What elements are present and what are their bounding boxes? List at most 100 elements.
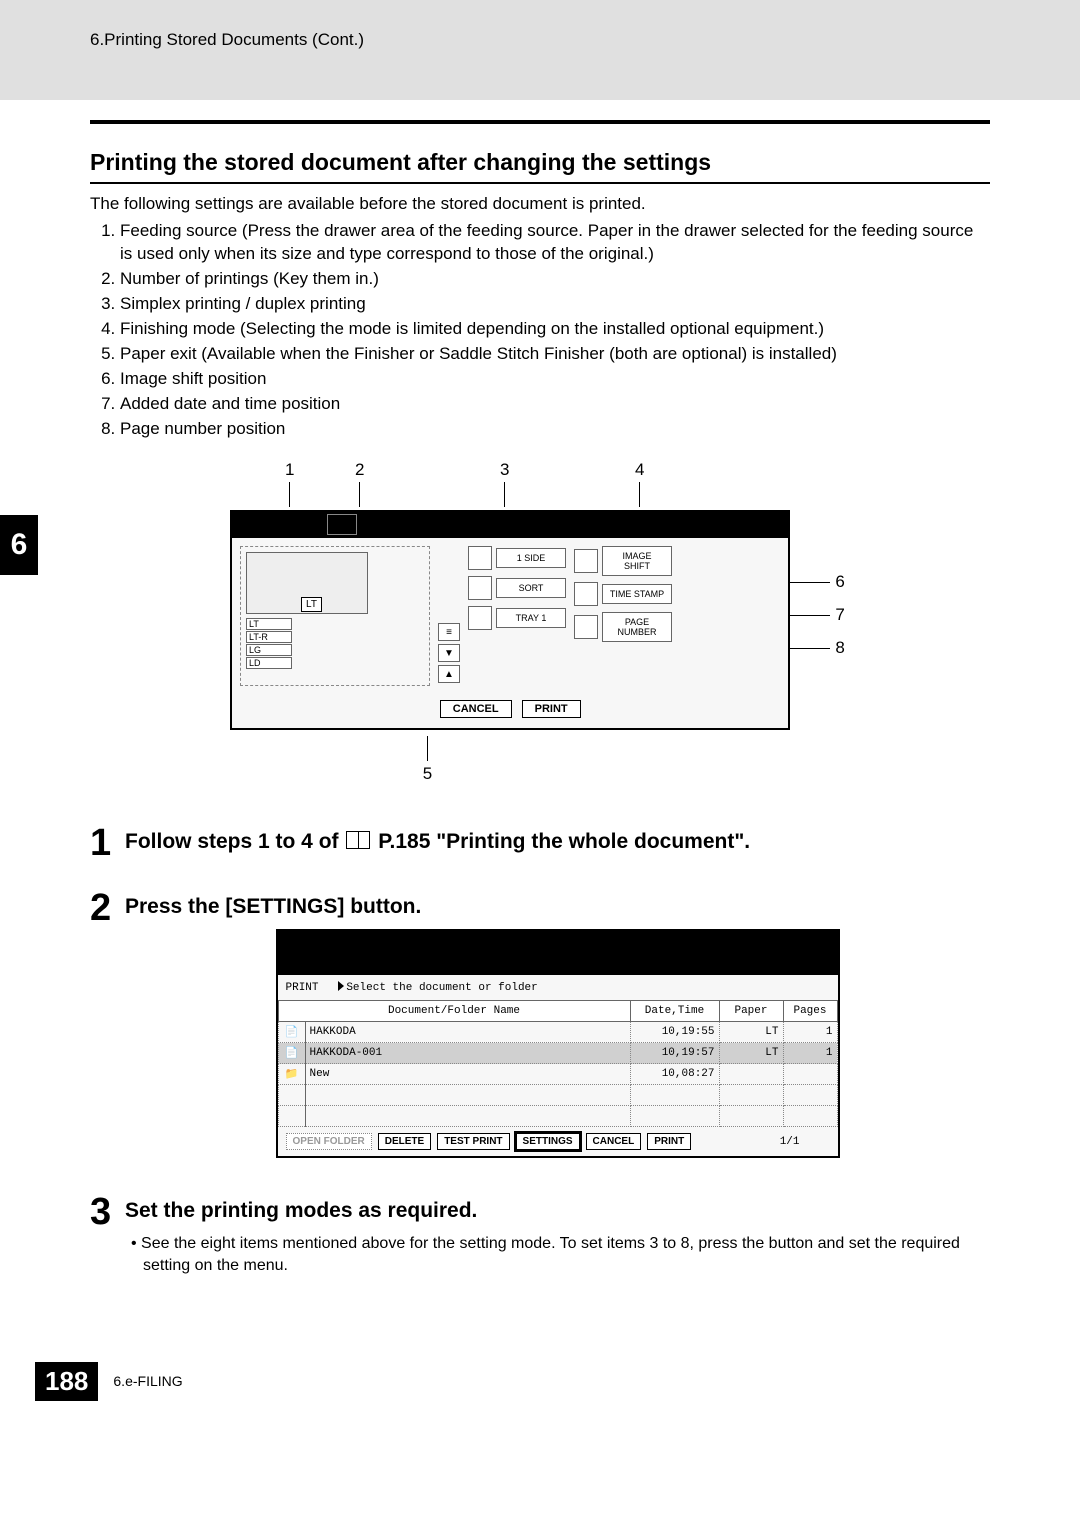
step-number: 2 (90, 889, 125, 1168)
callout-number: 7 (835, 605, 844, 625)
paper-size: LD (246, 657, 292, 669)
callouts-top: 1 2 3 4 (230, 460, 850, 510)
page-indicator: 1/1 (780, 1136, 830, 1148)
arrow-controls: ≡ ▼ ▲ (438, 546, 460, 686)
rule (90, 120, 990, 124)
paper-size: LG (246, 644, 292, 656)
up-arrow-icon[interactable]: ▲ (438, 665, 460, 683)
down-arrow-icon[interactable]: ▼ (438, 644, 460, 662)
triangle-right-icon (338, 981, 344, 991)
cell-paper (719, 1064, 783, 1085)
table-row-empty (278, 1106, 837, 1127)
document-list-panel: PRINT Select the document or folder Docu… (276, 929, 840, 1158)
finishing-icon (468, 576, 492, 600)
page-number-button[interactable]: PAGE NUMBER (602, 612, 672, 642)
step-title: Press the [SETTINGS] button. (125, 895, 990, 919)
breadcrumb: 6.Printing Stored Documents (Cont.) (90, 30, 364, 49)
print-button[interactable]: PRINT (522, 700, 581, 718)
callout-number: 4 (635, 460, 644, 479)
mode-buttons-col-b: IMAGE SHIFT TIME STAMP PAGE NUMBER (574, 546, 672, 686)
cell-name: New (305, 1064, 630, 1085)
step-title: Follow steps 1 to 4 of P.185 "Printing t… (125, 830, 990, 854)
column-header: Date,Time (630, 1001, 719, 1022)
footer-text: 6.e-FILING (113, 1373, 182, 1389)
mode-label: PRINT (286, 982, 319, 994)
callout-number: 1 (285, 460, 294, 479)
table-row[interactable]: 📄 HAKKODA 10,19:55 LT 1 (278, 1022, 837, 1043)
list-icon[interactable]: ≡ (438, 623, 460, 641)
document-icon: 📄 (278, 1022, 305, 1043)
finishing-button[interactable]: SORT (496, 578, 566, 598)
step-title-text: P.185 "Printing the whole document". (378, 830, 750, 853)
cell-pages: 1 (783, 1043, 837, 1064)
list-item: Image shift position (120, 368, 990, 391)
cancel-button[interactable]: CANCEL (440, 700, 512, 718)
step-2: 2 Press the [SETTINGS] button. PRINT Sel… (90, 889, 990, 1168)
callout-number: 6 (835, 572, 844, 592)
section-title: Printing the stored document after chang… (90, 149, 990, 184)
time-stamp-button[interactable]: TIME STAMP (602, 584, 672, 604)
cell-pages: 1 (783, 1022, 837, 1043)
image-shift-icon (574, 549, 598, 573)
list-item: Added date and time position (120, 393, 990, 416)
drawer-area[interactable]: LT LT-R LG LD LT (240, 546, 430, 686)
settings-button[interactable]: SETTINGS (516, 1133, 580, 1150)
panel-titlebar (232, 512, 788, 538)
list-item: Number of printings (Key them in.) (120, 268, 990, 291)
step-note: See the eight items mentioned above for … (125, 1233, 990, 1276)
cell-name: HAKKODA (305, 1022, 630, 1043)
list-item: Feeding source (Press the drawer area of… (120, 220, 990, 266)
callout-number: 8 (835, 638, 844, 658)
duplex-button[interactable]: 1 SIDE (496, 548, 566, 568)
test-print-button[interactable]: TEST PRINT (437, 1133, 509, 1150)
time-stamp-icon (574, 582, 598, 606)
print-button[interactable]: PRINT (647, 1133, 691, 1150)
step-title-text: Follow steps 1 to 4 of (125, 830, 344, 853)
cell-paper: LT (719, 1022, 783, 1043)
tray-icon (468, 606, 492, 630)
paper-size: LT-R (246, 631, 292, 643)
section-intro: The following settings are available bef… (90, 194, 990, 214)
page-footer: 188 6.e-FILING (0, 1302, 1080, 1421)
column-header: Paper (719, 1001, 783, 1022)
open-folder-button: OPEN FOLDER (286, 1133, 372, 1150)
book-reference-icon (346, 831, 370, 849)
image-shift-button[interactable]: IMAGE SHIFT (602, 546, 672, 576)
page-content: Printing the stored document after chang… (0, 100, 1080, 1277)
cell-datetime: 10,19:55 (630, 1022, 719, 1043)
list-item: Simplex printing / duplex printing (120, 293, 990, 316)
step-3: 3 Set the printing modes as required. Se… (90, 1193, 990, 1276)
table-row-selected[interactable]: 📄 HAKKODA-001 10,19:57 LT 1 (278, 1043, 837, 1064)
callouts-bottom: 5 (5, 736, 850, 784)
folder-icon: 📁 (278, 1064, 305, 1085)
callout-number: 2 (355, 460, 364, 479)
panel-prompt: PRINT Select the document or folder (278, 975, 838, 1000)
document-icon: 📄 (278, 1043, 305, 1064)
table-row[interactable]: 📁 New 10,08:27 (278, 1064, 837, 1085)
tray-button[interactable]: TRAY 1 (496, 608, 566, 628)
selected-paper: LT (301, 597, 322, 612)
list-item: Paper exit (Available when the Finisher … (120, 343, 990, 366)
prompt-text: Select the document or folder (346, 982, 537, 994)
column-header: Pages (783, 1001, 837, 1022)
cancel-button[interactable]: CANCEL (586, 1133, 642, 1150)
step-1: 1 Follow steps 1 to 4 of P.185 "Printing… (90, 824, 990, 864)
panel-titlebar (278, 931, 838, 975)
copies-icon (327, 514, 357, 535)
cell-datetime: 10,08:27 (630, 1064, 719, 1085)
page-header: 6.Printing Stored Documents (Cont.) (0, 0, 1080, 100)
cell-datetime: 10,19:57 (630, 1043, 719, 1064)
delete-button[interactable]: DELETE (378, 1133, 431, 1150)
print-settings-panel: LT LT-R LG LD LT ≡ ▼ ▲ (230, 510, 790, 730)
cell-name: HAKKODA-001 (305, 1043, 630, 1064)
step-title: Set the printing modes as required. (125, 1199, 990, 1223)
callout-number: 5 (423, 764, 432, 783)
settings-list: Feeding source (Press the drawer area of… (90, 220, 990, 440)
panel-button-row: OPEN FOLDER DELETE TEST PRINT SETTINGS C… (278, 1127, 838, 1156)
list-item: Page number position (120, 418, 990, 441)
duplex-icon (468, 546, 492, 570)
callouts-right: 6 7 8 (790, 510, 850, 730)
mode-buttons-col-a: 1 SIDE SORT TRAY 1 (468, 546, 566, 686)
paper-size: LT (246, 618, 292, 630)
document-table: Document/Folder Name Date,Time Paper Pag… (278, 1000, 838, 1127)
